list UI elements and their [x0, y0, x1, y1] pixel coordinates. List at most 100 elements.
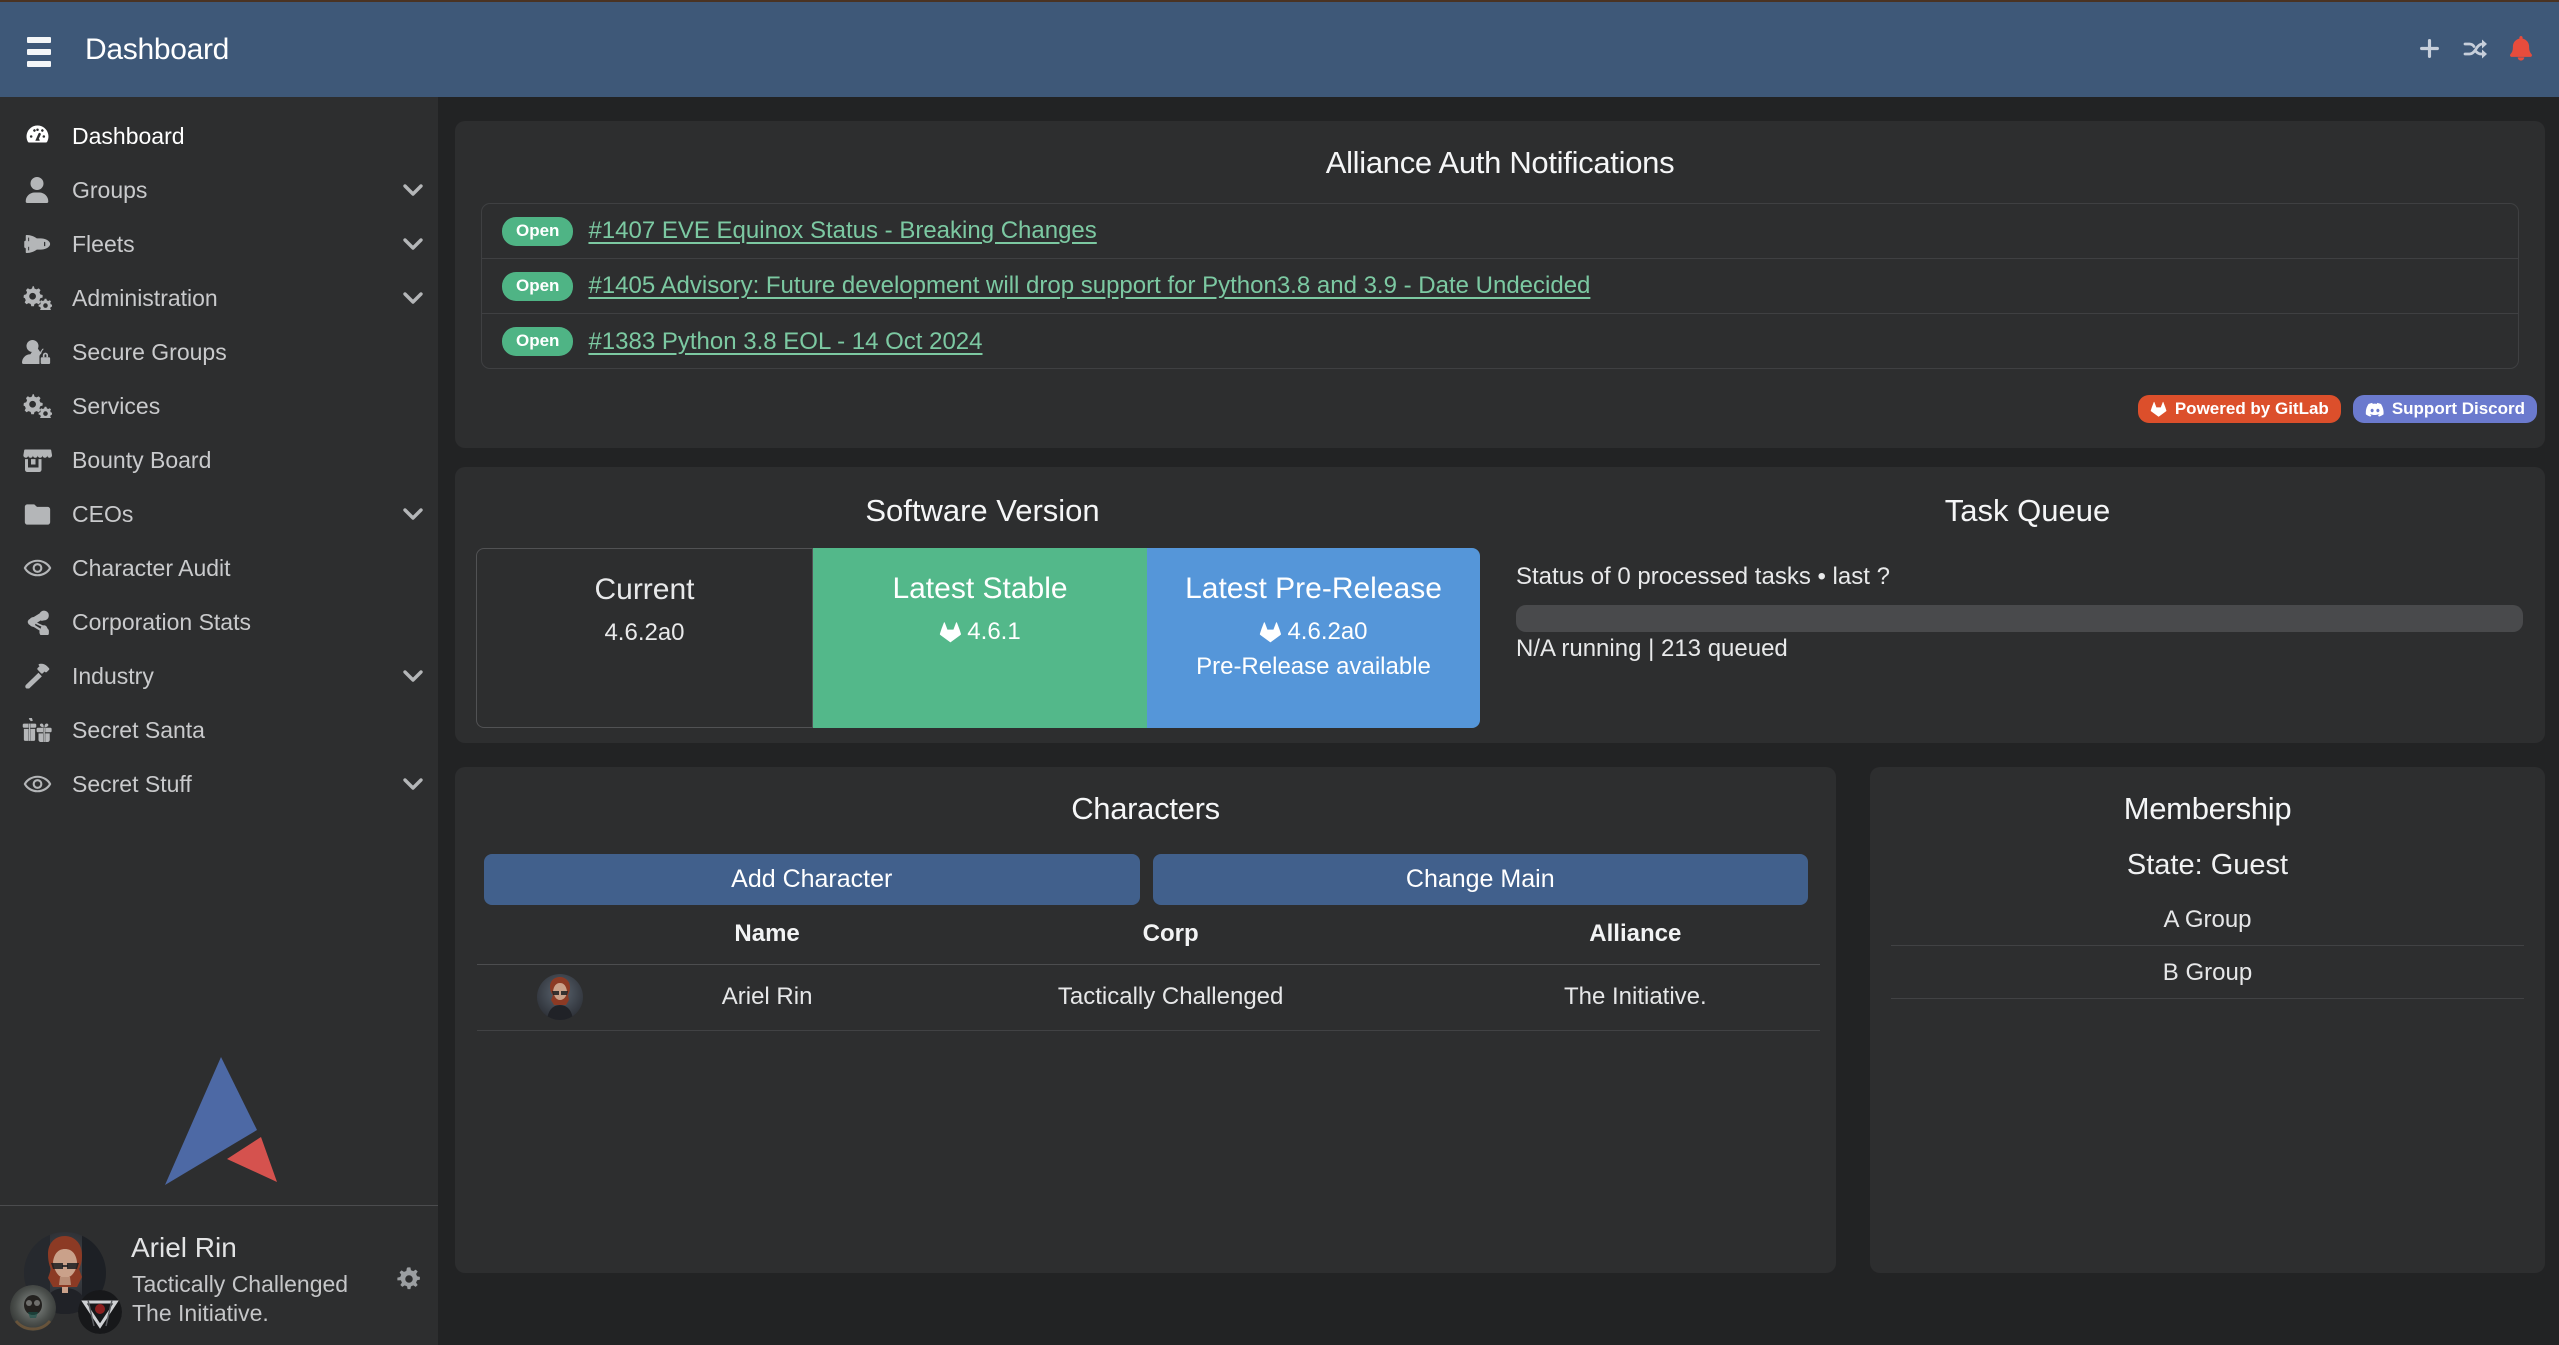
sidebar-item-services[interactable]: Services	[0, 379, 438, 433]
notification-link[interactable]: #1405 Advisory: Future development will …	[588, 272, 1590, 300]
corporation-logo[interactable]	[10, 1285, 56, 1331]
gifts-icon	[22, 715, 52, 745]
task-queue-counts: N/A running | 213 queued	[1516, 635, 1788, 663]
gears-icon	[22, 391, 52, 421]
version-prerelease-box: Latest Pre-Release 4.6.2a0 Pre-Release a…	[1147, 548, 1480, 728]
notifications-title: Alliance Auth Notifications	[455, 145, 2545, 181]
membership-groups: A Group B Group	[1891, 893, 2524, 999]
user-name: Ariel Rin	[131, 1232, 237, 1264]
version-prerelease-label: Latest Pre-Release	[1147, 572, 1480, 606]
top-loading-strip	[0, 0, 2559, 2]
chevron-down-icon	[400, 771, 426, 797]
group-row: A Group	[1891, 893, 2524, 946]
notifications-list: Open #1407 EVE Equinox Status - Breaking…	[481, 203, 2519, 369]
status-badge: Open	[502, 217, 573, 246]
version-stable-value: 4.6.1	[813, 618, 1147, 646]
prerelease-note: Pre-Release available	[1147, 653, 1480, 681]
chevron-down-icon	[400, 231, 426, 257]
task-queue-title: Task Queue	[1510, 493, 2545, 529]
sidebar-item-secret-santa[interactable]: Secret Santa	[0, 703, 438, 757]
sidebar-item-secret-stuff[interactable]: Secret Stuff	[0, 757, 438, 811]
hammer-icon	[22, 661, 52, 691]
notification-item: Open #1383 Python 3.8 EOL - 14 Oct 2024	[482, 314, 2518, 369]
chevron-down-icon	[400, 663, 426, 689]
sidebar-item-character-audit[interactable]: Character Audit	[0, 541, 438, 595]
task-queue-status: Status of 0 processed tasks • last ?	[1516, 563, 1890, 591]
sidebar-item-corporation-stats[interactable]: Corporation Stats	[0, 595, 438, 649]
version-current-value: 4.6.2a0	[477, 619, 812, 647]
sidebar-item-ceos[interactable]: CEOs	[0, 487, 438, 541]
column-alliance: Alliance	[1451, 905, 1820, 964]
page-title: Dashboard	[85, 0, 229, 97]
version-prerelease-value: 4.6.2a0	[1147, 618, 1480, 646]
user-lock-icon	[22, 337, 52, 367]
software-version-title: Software Version	[455, 493, 1510, 529]
membership-panel: Membership State: Guest A Group B Group	[1870, 767, 2545, 1273]
share-nodes-icon	[22, 607, 52, 637]
column-corp: Corp	[891, 905, 1451, 964]
menu-toggle-icon[interactable]	[27, 37, 51, 68]
sidebar-item-administration[interactable]: Administration	[0, 271, 438, 325]
sidebar: Dashboard Groups Fleets Administration S…	[0, 97, 438, 1345]
membership-title: Membership	[1870, 791, 2545, 827]
shuffle-icon[interactable]	[2463, 37, 2487, 61]
support-discord-button[interactable]: Support Discord	[2353, 395, 2537, 423]
notification-link[interactable]: #1407 EVE Equinox Status - Breaking Chan…	[588, 217, 1096, 245]
column-portrait	[477, 905, 644, 964]
column-name: Name	[644, 905, 891, 964]
add-character-button[interactable]: Add Character	[484, 854, 1140, 905]
version-taskqueue-panel: Software Version Task Queue Current 4.6.…	[455, 467, 2545, 743]
character-name: Ariel Rin	[644, 964, 891, 1030]
notification-item: Open #1405 Advisory: Future development …	[482, 259, 2518, 314]
user-corporation: Tactically Challenged	[132, 1271, 348, 1298]
navbar: Dashboard	[0, 0, 2559, 97]
characters-panel: Characters Add Character Change Main Nam…	[455, 767, 1836, 1273]
change-main-button[interactable]: Change Main	[1153, 854, 1809, 905]
alliance-auth-logo	[155, 1051, 280, 1189]
sidebar-item-dashboard[interactable]: Dashboard	[0, 109, 438, 163]
fighter-jet-icon	[22, 229, 52, 259]
status-badge: Open	[502, 272, 573, 301]
version-stable-label: Latest Stable	[813, 572, 1147, 606]
status-badge: Open	[502, 327, 573, 356]
gauge-icon	[22, 121, 52, 151]
notification-item: Open #1407 EVE Equinox Status - Breaking…	[482, 204, 2518, 259]
eye-icon	[22, 769, 52, 799]
task-queue-progressbar	[1516, 605, 2523, 632]
gitlab-tanuki-icon	[1259, 621, 1283, 644]
user-icon	[22, 175, 52, 205]
chevron-down-icon	[400, 501, 426, 527]
character-corp: Tactically Challenged	[891, 964, 1451, 1030]
character-portrait	[537, 974, 583, 1020]
sidebar-item-groups[interactable]: Groups	[0, 163, 438, 217]
chevron-down-icon	[400, 177, 426, 203]
gitlab-tanuki-icon	[939, 621, 963, 644]
characters-title: Characters	[455, 791, 1836, 827]
version-stable-box: Latest Stable 4.6.1	[813, 548, 1147, 728]
sidebar-item-secure-groups[interactable]: Secure Groups	[0, 325, 438, 379]
membership-state: State: Guest	[1870, 849, 2545, 882]
notification-bell-icon[interactable]	[2509, 37, 2533, 61]
notifications-panel: Alliance Auth Notifications Open #1407 E…	[455, 121, 2545, 448]
shop-icon	[22, 445, 52, 475]
version-current-box: Current 4.6.2a0	[476, 548, 813, 728]
sidebar-item-bounty-board[interactable]: Bounty Board	[0, 433, 438, 487]
sidebar-item-fleets[interactable]: Fleets	[0, 217, 438, 271]
powered-by-gitlab-button[interactable]: Powered by GitLab	[2138, 395, 2341, 423]
notification-link[interactable]: #1383 Python 3.8 EOL - 14 Oct 2024	[588, 328, 982, 356]
sidebar-menu: Dashboard Groups Fleets Administration S…	[0, 109, 438, 811]
sidebar-item-industry[interactable]: Industry	[0, 649, 438, 703]
alliance-logo[interactable]	[78, 1290, 122, 1334]
add-icon[interactable]	[2417, 37, 2441, 61]
folder-icon	[22, 499, 52, 529]
settings-gear-icon[interactable]	[397, 1267, 421, 1291]
character-row: Ariel Rin Tactically Challenged The Init…	[477, 964, 1820, 1030]
version-current-label: Current	[477, 573, 812, 607]
characters-table: Name Corp Alliance	[477, 905, 1820, 1031]
group-row: B Group	[1891, 946, 2524, 999]
character-alliance: The Initiative.	[1451, 964, 1820, 1030]
gears-icon	[22, 283, 52, 313]
user-alliance: The Initiative.	[132, 1300, 269, 1327]
user-panel: Ariel Rin Tactically Challenged The Init…	[0, 1206, 438, 1345]
eye-icon	[22, 553, 52, 583]
